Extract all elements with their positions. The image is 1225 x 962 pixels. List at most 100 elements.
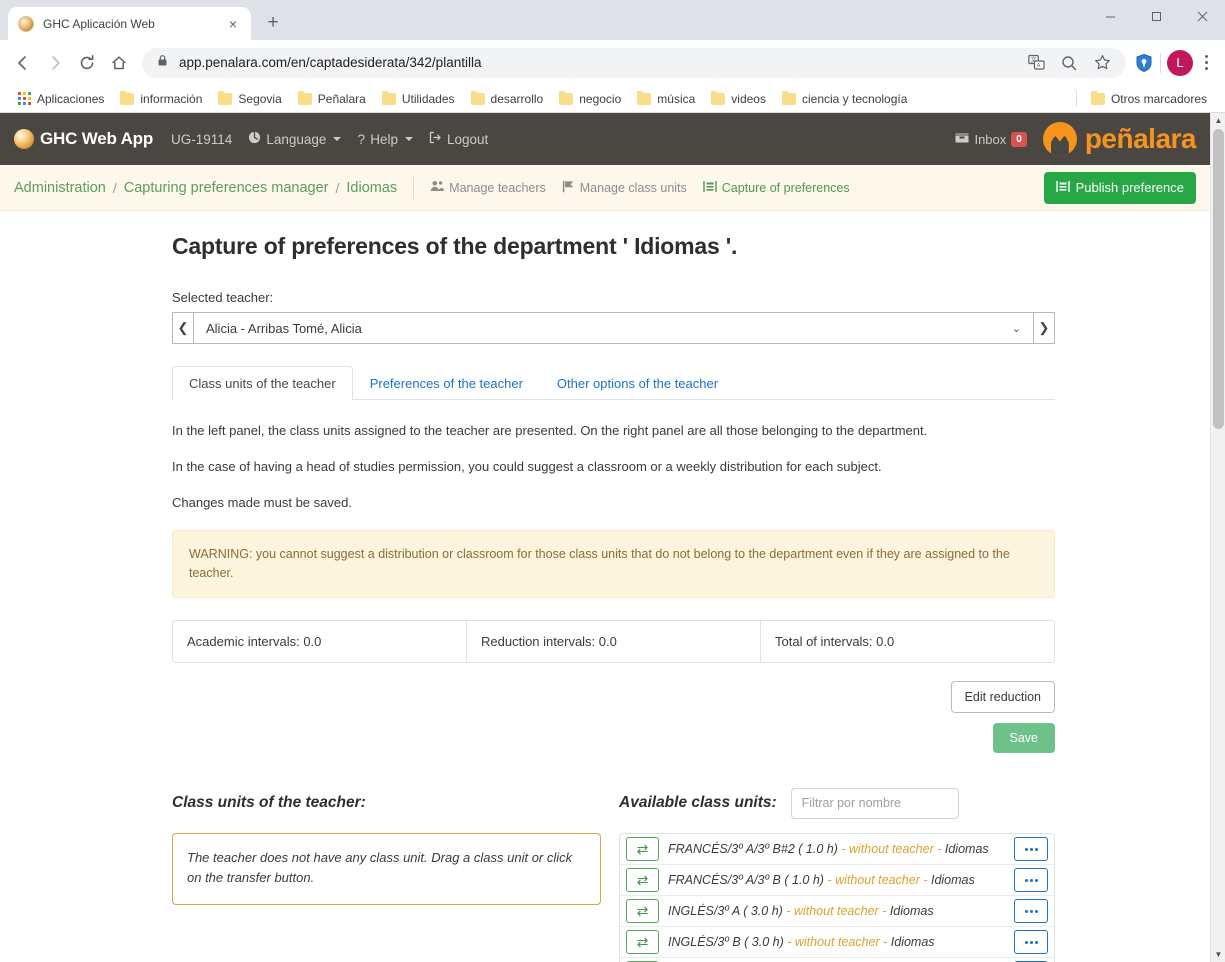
selected-teacher-label: Selected teacher: — [172, 290, 274, 305]
question-icon: ? — [357, 131, 366, 147]
profile-avatar[interactable]: L — [1167, 49, 1193, 76]
navbar-right: Inbox 0 peñalara — [955, 122, 1197, 156]
app-brand[interactable]: GHC Web App — [14, 129, 153, 149]
previous-teacher-button[interactable]: ❮ — [172, 312, 194, 344]
page-content: GHC Web App UG-19114 Language ? Help Log… — [0, 113, 1210, 962]
class-unit-more-options-icon[interactable] — [1014, 899, 1048, 924]
class-unit-department: Idiomas — [944, 841, 989, 856]
browser-window: GHC Aplicación Web × + app.penalara.com/… — [0, 0, 1225, 962]
transfer-icon[interactable]: ⇄ — [626, 899, 660, 924]
maximize-icon[interactable] — [1133, 0, 1179, 32]
teacher-selector-row: ❮ Alicia - Arribas Tomé, Alicia ⌄ ❯ — [172, 312, 1055, 344]
bookmark-label: Peñalara — [317, 91, 366, 106]
tool-label: Capture of preferences — [721, 180, 850, 195]
publish-button-label: Publish preference — [1075, 180, 1184, 195]
penalara-logo: peñalara — [1042, 122, 1197, 156]
publish-preference-button[interactable]: Publish preference — [1043, 171, 1196, 204]
bookmark-label: Aplicaciones — [37, 91, 105, 106]
breadcrumb-capturing-preferences-manager[interactable]: Capturing preferences manager — [124, 180, 329, 196]
class-unit-row[interactable]: ⇄ INGLÉS/3º B ( 3.0 h) - without teacher… — [620, 927, 1054, 959]
tab-class-units-of-the-teacher[interactable]: Class units of the teacher — [172, 366, 353, 400]
bookmark-utilidades[interactable]: Utilidades — [374, 89, 463, 109]
translate-icon[interactable]: 文A — [1026, 53, 1046, 73]
class-unit-more-options-icon[interactable] — [1014, 837, 1048, 862]
bookmark-star-icon[interactable] — [1092, 53, 1112, 73]
bookmark-ciencia-y-tecnologia[interactable]: ciencia y tecnología — [774, 89, 915, 109]
close-window-icon[interactable] — [1179, 0, 1225, 32]
page-scrollbar[interactable]: ▲ ▼ — [1210, 113, 1225, 962]
chevron-down-icon: ⌄ — [1011, 322, 1021, 335]
tool-manage-class-units[interactable]: Manage class units — [562, 180, 687, 196]
folder-icon — [218, 90, 233, 105]
class-unit-text: FRANCÉS/3º A/3º B ( 1.0 h) - without tea… — [666, 868, 1007, 892]
bookmark-videos[interactable]: videos — [703, 89, 774, 109]
bookmark-informacion[interactable]: información — [112, 89, 210, 109]
class-unit-row[interactable]: ⇄ INGLÉS/3º A ( 3.0 h) - without teacher… — [620, 896, 1054, 928]
right-panel-header: Available class units: — [619, 787, 1055, 819]
home-icon[interactable] — [104, 48, 134, 78]
scrollbar-thumb[interactable] — [1213, 129, 1224, 429]
class-unit-text: INGLÉS/3º B ( 3.0 h) - without teacher -… — [666, 930, 1007, 954]
scroll-up-icon[interactable]: ▲ — [1211, 113, 1225, 128]
reload-icon[interactable] — [72, 48, 102, 78]
bookmark-penalara[interactable]: Peñalara — [290, 89, 374, 109]
bookmark-musica[interactable]: música — [629, 89, 703, 109]
back-icon[interactable] — [8, 48, 38, 78]
search-icon[interactable] — [1059, 53, 1079, 73]
class-unit-status: - without teacher - — [787, 934, 888, 949]
folder-icon — [381, 90, 396, 105]
nav-help[interactable]: ? Help — [357, 131, 413, 147]
class-unit-row[interactable]: ⇄ FRANCÉS/3º A/3º B#2 ( 1.0 h) - without… — [620, 834, 1054, 866]
extension-shield-icon[interactable] — [1134, 53, 1154, 73]
transfer-icon[interactable]: ⇄ — [626, 868, 660, 893]
other-bookmarks[interactable]: Otros marcadores — [1083, 89, 1215, 109]
globe-icon — [248, 131, 261, 147]
nav-language[interactable]: Language — [248, 131, 342, 147]
class-unit-row[interactable]: ⇄ LENGUA/2º A ( 3.0 h) - without teacher… — [620, 958, 1054, 962]
chevron-down-icon — [404, 137, 413, 141]
close-tab-icon[interactable]: × — [225, 16, 241, 32]
inbox-link[interactable]: Inbox 0 — [955, 131, 1027, 147]
class-unit-more-options-icon[interactable] — [1014, 868, 1048, 893]
tab-favicon-icon — [18, 15, 34, 32]
edit-reduction-button[interactable]: Edit reduction — [950, 681, 1055, 714]
browser-tab[interactable]: GHC Aplicación Web × — [8, 7, 251, 40]
minimize-icon[interactable] — [1087, 0, 1133, 32]
new-tab-button[interactable]: + — [259, 9, 287, 37]
nav-logout[interactable]: Logout — [429, 131, 488, 147]
page-viewport: GHC Web App UG-19114 Language ? Help Log… — [0, 113, 1225, 962]
bookmark-segovia[interactable]: Segovia — [210, 89, 289, 109]
class-unit-status: - without teacher - — [786, 903, 887, 918]
bookmark-apps[interactable]: Aplicaciones — [10, 89, 112, 109]
class-unit-more-options-icon[interactable] — [1014, 930, 1048, 955]
tool-capture-of-preferences[interactable]: Capture of preferences — [703, 180, 850, 196]
teacher-select[interactable]: Alicia - Arribas Tomé, Alicia ⌄ — [194, 312, 1033, 344]
class-unit-name: FRANCÉS/3º A/3º B#2 ( 1.0 h) — [668, 841, 838, 856]
chrome-menu-icon[interactable] — [1195, 50, 1217, 76]
tab-preferences-of-the-teacher[interactable]: Preferences of the teacher — [353, 366, 540, 400]
filter-by-name-input[interactable] — [790, 787, 959, 819]
breadcrumb-administration[interactable]: Administration — [14, 180, 106, 196]
teacher-tabs: Class units of the teacher Preferences o… — [172, 366, 1055, 400]
bookmark-desarrollo[interactable]: desarrollo — [463, 89, 552, 109]
forward-icon[interactable] — [40, 48, 70, 78]
breadcrumb-idiomas[interactable]: Idiomas — [346, 180, 397, 196]
next-teacher-button[interactable]: ❯ — [1033, 312, 1055, 344]
scroll-down-icon[interactable]: ▼ — [1211, 947, 1225, 962]
inbox-label: Inbox — [974, 131, 1007, 147]
tool-manage-teachers[interactable]: Manage teachers — [430, 180, 546, 195]
transfer-icon[interactable]: ⇄ — [626, 930, 660, 955]
save-button[interactable]: Save — [992, 723, 1055, 754]
transfer-icon[interactable]: ⇄ — [626, 837, 660, 862]
tab-other-options-of-the-teacher[interactable]: Other options of the teacher — [540, 366, 735, 400]
tool-label: Manage class units — [579, 180, 687, 195]
address-bar[interactable]: app.penalara.com/en/captadesiderata/342/… — [142, 47, 1126, 78]
bookmark-negocio[interactable]: negocio — [551, 89, 629, 109]
folder-icon — [781, 90, 796, 105]
warning-alert: WARNING: you cannot suggest a distributi… — [172, 529, 1055, 599]
users-icon — [430, 180, 444, 195]
class-unit-row[interactable]: ⇄ FRANCÉS/3º A/3º B ( 1.0 h) - without t… — [620, 865, 1054, 897]
preferences-list-icon — [703, 180, 717, 196]
browser-toolbar: app.penalara.com/en/captadesiderata/342/… — [0, 40, 1225, 85]
edit-reduction-row: Edit reduction — [172, 681, 1055, 714]
